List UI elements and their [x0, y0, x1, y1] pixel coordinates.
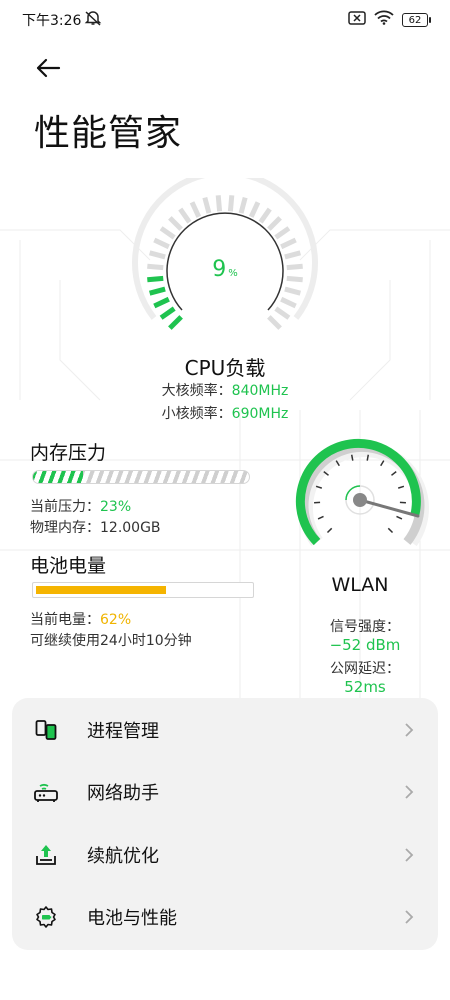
cpu-gauge-tick [153, 296, 170, 309]
cpu-gauge-tick [153, 237, 170, 250]
small-core-value: 690MHz [231, 406, 289, 422]
cpu-gauge-tick [238, 197, 248, 214]
battery-optimization-icon [32, 841, 60, 869]
cpu-gauge-tick [189, 201, 202, 218]
cpu-gauge-tick [284, 286, 301, 296]
wifi-icon [374, 10, 394, 29]
network-assistant-icon [32, 778, 60, 806]
cpu-gauge-tick [159, 306, 176, 320]
wlan-gauge-tick [317, 515, 324, 520]
cpu-gauge-tick [258, 207, 272, 224]
cpu-gauge-tick [178, 207, 192, 224]
wlan-gauge-tick [396, 515, 403, 520]
battery-level-line: 当前电量：62% [30, 609, 131, 629]
cpu-gauge-tick [267, 315, 282, 330]
battery-icon: 62 [402, 12, 431, 27]
menu-item-label: 进程管理 [87, 721, 159, 742]
chevron-right-icon [404, 784, 416, 800]
wlan-latency-value: 52ms [344, 678, 386, 696]
cpu-gauge-tick [274, 226, 291, 240]
no-sim-icon [348, 10, 366, 29]
cpu-load-value: 9% [0, 257, 450, 282]
chevron-right-icon [404, 722, 416, 738]
cpu-load-number: 9 [212, 257, 227, 282]
menu-item-label: 电池与性能 [87, 908, 177, 929]
chevron-right-icon [404, 847, 416, 863]
status-icons: 62 [348, 10, 431, 29]
small-core-frequency: 小核频率：690MHz [0, 403, 450, 423]
small-core-label: 小核频率： [161, 406, 232, 422]
menu-item-battery-performance[interactable]: 电池与性能 [12, 887, 438, 947]
cpu-gauge-tick [248, 201, 261, 218]
wlan-gauge-tick [397, 485, 405, 489]
cpu-gauge-tick [159, 226, 176, 240]
wlan-latency-label: 公网延迟： [330, 661, 400, 677]
cpu-gauge-tick [280, 296, 297, 309]
process-manager-icon [32, 716, 60, 744]
big-core-label: 大核频率： [161, 383, 232, 399]
cpu-gauge-tick [168, 315, 183, 330]
big-core-value: 840MHz [231, 383, 289, 399]
wlan-title: WLAN [331, 574, 389, 596]
cpu-gauge-tick [227, 195, 235, 212]
battery-remaining: 可继续使用24小时10分钟 [30, 633, 192, 649]
wlan-signal-value: −52 dBm [329, 636, 401, 654]
battery-level-value: 62% [100, 612, 132, 628]
cpu-gauge-tick [215, 195, 223, 212]
cpu-gauge-tick [202, 197, 212, 214]
battery-level-bar [32, 582, 254, 598]
physical-memory-label: 物理内存： [30, 520, 100, 536]
menu-item-battery-optimization[interactable]: 续航优化 [12, 825, 438, 885]
mute-icon [84, 10, 102, 30]
battery-performance-icon [32, 903, 60, 931]
memory-pressure-line: 当前压力：23% [30, 496, 131, 516]
wlan-gauge-tick [387, 527, 394, 534]
back-arrow-icon [36, 58, 61, 78]
wlan-signal-label: 信号强度： [330, 619, 400, 635]
memory-pressure-fill [33, 471, 83, 483]
status-time: 下午3:26 [22, 13, 82, 29]
battery-level-fill [36, 586, 167, 594]
cpu-title: CPU负载 [184, 356, 266, 380]
tools-menu-card: 进程管理 网络助手 续航优化 电池与性能 [12, 698, 438, 950]
menu-item-label: 网络助手 [87, 783, 159, 804]
cpu-gauge-tick [280, 237, 297, 250]
big-core-frequency: 大核频率：840MHz [0, 380, 450, 400]
wlan-gauge-tick [350, 454, 354, 461]
wlan-gauge-tick [380, 460, 385, 467]
wlan-gauge-tick [326, 527, 333, 534]
menu-item-process-manager[interactable]: 进程管理 [12, 700, 438, 760]
status-bar: 下午3:26 62 [0, 0, 450, 40]
memory-pressure-label: 当前压力： [30, 499, 100, 515]
cpu-load-unit: % [228, 268, 238, 279]
battery-level-label: 当前电量： [30, 612, 100, 628]
cpu-gauge-tick [267, 216, 282, 231]
wlan-gauge-tick [391, 471, 397, 476]
back-button[interactable] [30, 50, 66, 86]
wlan-gauge-tick [366, 454, 370, 461]
cpu-gauge-tick [274, 306, 291, 320]
memory-pressure-bar [32, 470, 250, 484]
chevron-right-icon [404, 909, 416, 925]
cpu-gauge-tick [149, 286, 166, 296]
battery-title: 电池电量 [30, 555, 107, 577]
memory-pressure-value: 23% [100, 499, 132, 515]
physical-memory-line: 物理内存：12.00GB [30, 517, 161, 537]
physical-memory-value: 12.00GB [100, 520, 161, 536]
page-title: 性能管家 [34, 113, 183, 154]
wlan-signal-gauge [295, 438, 429, 547]
menu-item-network-assistant[interactable]: 网络助手 [12, 762, 438, 822]
menu-item-label: 续航优化 [87, 846, 159, 867]
cpu-gauge-tick [168, 216, 183, 231]
memory-title: 内存压力 [30, 442, 107, 464]
